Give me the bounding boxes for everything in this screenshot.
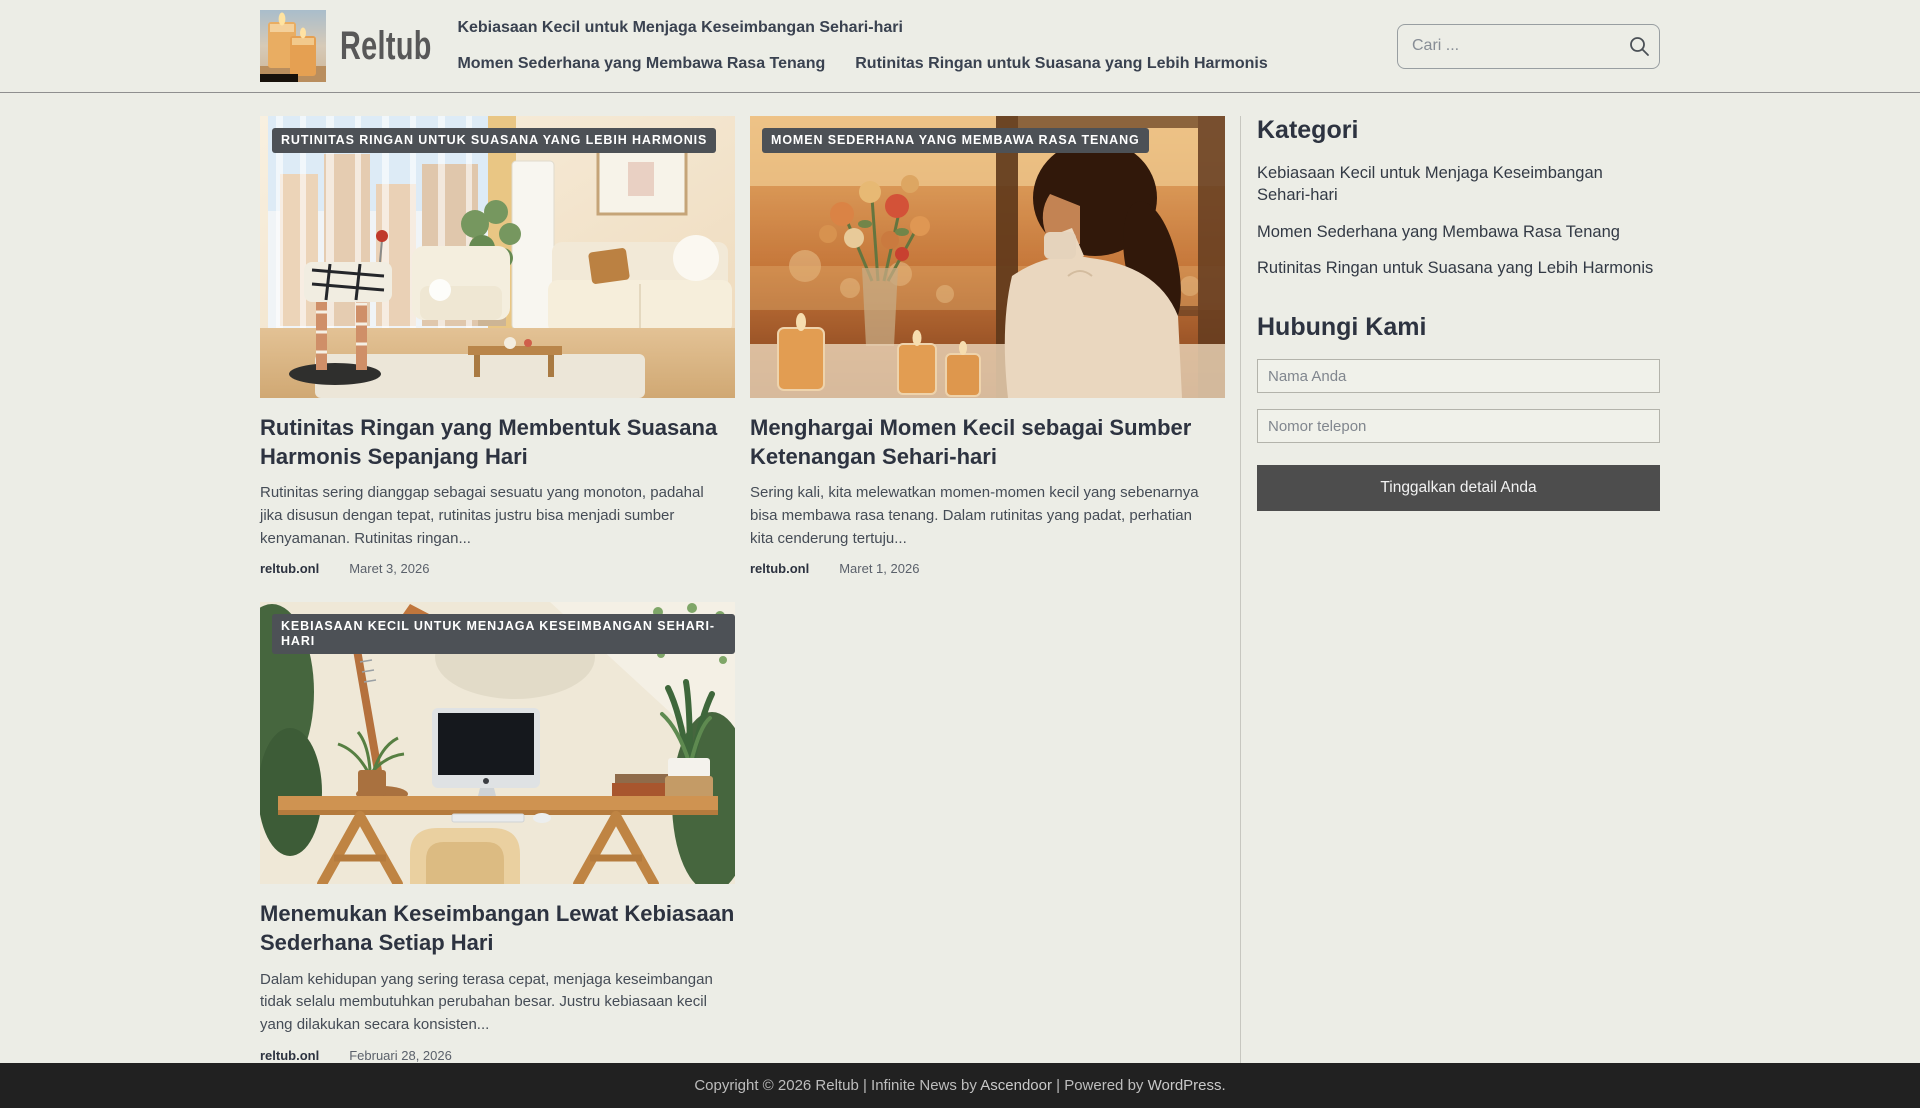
nav-item-momen-sederhana[interactable]: Momen Sederhana yang Membawa Rasa Tenang [457,46,825,82]
wordpress-link[interactable]: WordPress. [1148,1077,1226,1094]
article-card: RUTINITAS RINGAN UNTUK SUASANA YANG LEBI… [260,116,735,576]
article-meta: reltub.onl Februari 28, 2026 [260,1048,735,1063]
article-title: Menghargai Momen Kecil sebagai Sumber Ke… [750,413,1225,471]
footer-text: Copyright © 2026 Reltub | Infinite News … [694,1077,1225,1094]
article-date: Maret 3, 2026 [349,561,430,577]
search-button[interactable] [1626,34,1652,60]
article-3-title-link[interactable]: Menemukan Keseimbangan Lewat Kebiasaan S… [260,901,734,955]
article-meta: reltub.onl Maret 1, 2026 [750,561,1225,576]
category-link-rutinitas-ringan[interactable]: Rutinitas Ringan untuk Suasana yang Lebi… [1257,257,1660,279]
theme-author-link[interactable]: Ascendoor [980,1077,1052,1094]
article-title: Menemukan Keseimbangan Lewat Kebiasaan S… [260,899,735,957]
article-1-thumbnail[interactable]: RUTINITAS RINGAN UNTUK SUASANA YANG LEBI… [260,116,735,398]
category-link-kebiasaan-kecil[interactable]: Kebiasaan Kecil untuk Menjaga Keseimbang… [1257,162,1660,207]
article-card: MOMEN SEDERHANA YANG MEMBAWA RASA TENANG… [750,116,1225,576]
site-header: Reltub Kebiasaan Kecil untuk Menjaga Kes… [0,0,1920,93]
category-link-momen-sederhana[interactable]: Momen Sederhana yang Membawa Rasa Tenang [1257,221,1660,243]
article-card: KEBIASAAN KECIL UNTUK MENJAGA KESEIMBANG… [260,602,735,1063]
category-list: Kebiasaan Kecil untuk Menjaga Keseimbang… [1257,162,1660,279]
category-item: Kebiasaan Kecil untuk Menjaga Keseimbang… [1257,162,1660,207]
copyright-text: Copyright © 2026 Reltub | Infinite News … [694,1076,981,1094]
nav-item-rutinitas-ringan[interactable]: Rutinitas Ringan untuk Suasana yang Lebi… [855,46,1268,82]
article-author[interactable]: reltub.onl [260,561,319,576]
articles-area: RUTINITAS RINGAN UNTUK SUASANA YANG LEBI… [260,116,1225,1063]
site-title: Reltub [340,23,432,68]
article-date: Februari 28, 2026 [349,1047,452,1063]
category-badge[interactable]: RUTINITAS RINGAN UNTUK SUASANA YANG LEBI… [272,128,717,153]
article-2-title-link[interactable]: Menghargai Momen Kecil sebagai Sumber Ke… [750,415,1191,469]
article-date: Maret 1, 2026 [839,561,920,577]
article-3-thumbnail[interactable]: KEBIASAAN KECIL UNTUK MENJAGA KESEIMBANG… [260,602,735,885]
article-excerpt: Sering kali, kita melewatkan momen-momen… [750,484,1199,547]
main-nav: Kebiasaan Kecil untuk Menjaga Keseimbang… [457,10,1297,82]
search-icon [1630,36,1649,56]
living-room-photo [260,116,735,398]
nav-item-kebiasaan-kecil[interactable]: Kebiasaan Kecil untuk Menjaga Keseimbang… [457,10,902,46]
site-footer: Copyright © 2026 Reltub | Infinite News … [0,1062,1920,1108]
search-box [1397,23,1660,69]
category-badge[interactable]: KEBIASAAN KECIL UNTUK MENJAGA KESEIMBANG… [272,614,735,655]
article-1-title-link[interactable]: Rutinitas Ringan yang Membentuk Suasana … [260,415,717,469]
name-field[interactable] [1257,359,1660,394]
search-input[interactable] [1397,23,1660,69]
contact-form: Tinggalkan detail Anda [1257,359,1660,512]
candles-logo-icon [260,10,326,82]
site-logo[interactable]: Reltub [260,10,467,82]
article-excerpt: Dalam kehidupan yang sering terasa cepat… [260,970,713,1034]
phone-field[interactable] [1257,409,1660,444]
article-title: Rutinitas Ringan yang Membentuk Suasana … [260,413,735,471]
article-author[interactable]: reltub.onl [750,561,809,576]
golden-hour-photo [750,116,1225,398]
article-2-thumbnail[interactable]: MOMEN SEDERHANA YANG MEMBAWA RASA TENANG [750,116,1225,398]
article-excerpt: Rutinitas sering dianggap sebagai sesuat… [260,484,704,547]
sidebar: Kategori Kebiasaan Kecil untuk Menjaga K… [1240,116,1660,1063]
category-item: Momen Sederhana yang Membawa Rasa Tenang [1257,221,1660,243]
categories-widget-title: Kategori [1257,116,1359,144]
article-author[interactable]: reltub.onl [260,1048,319,1063]
category-item: Rutinitas Ringan untuk Suasana yang Lebi… [1257,257,1660,279]
powered-by-text: | Powered by [1051,1076,1148,1094]
article-meta: reltub.onl Maret 3, 2026 [260,561,735,576]
submit-details-button[interactable]: Tinggalkan detail Anda [1257,465,1660,512]
category-badge[interactable]: MOMEN SEDERHANA YANG MEMBAWA RASA TENANG [762,128,1149,153]
contact-widget-title: Hubungi Kami [1257,313,1427,342]
